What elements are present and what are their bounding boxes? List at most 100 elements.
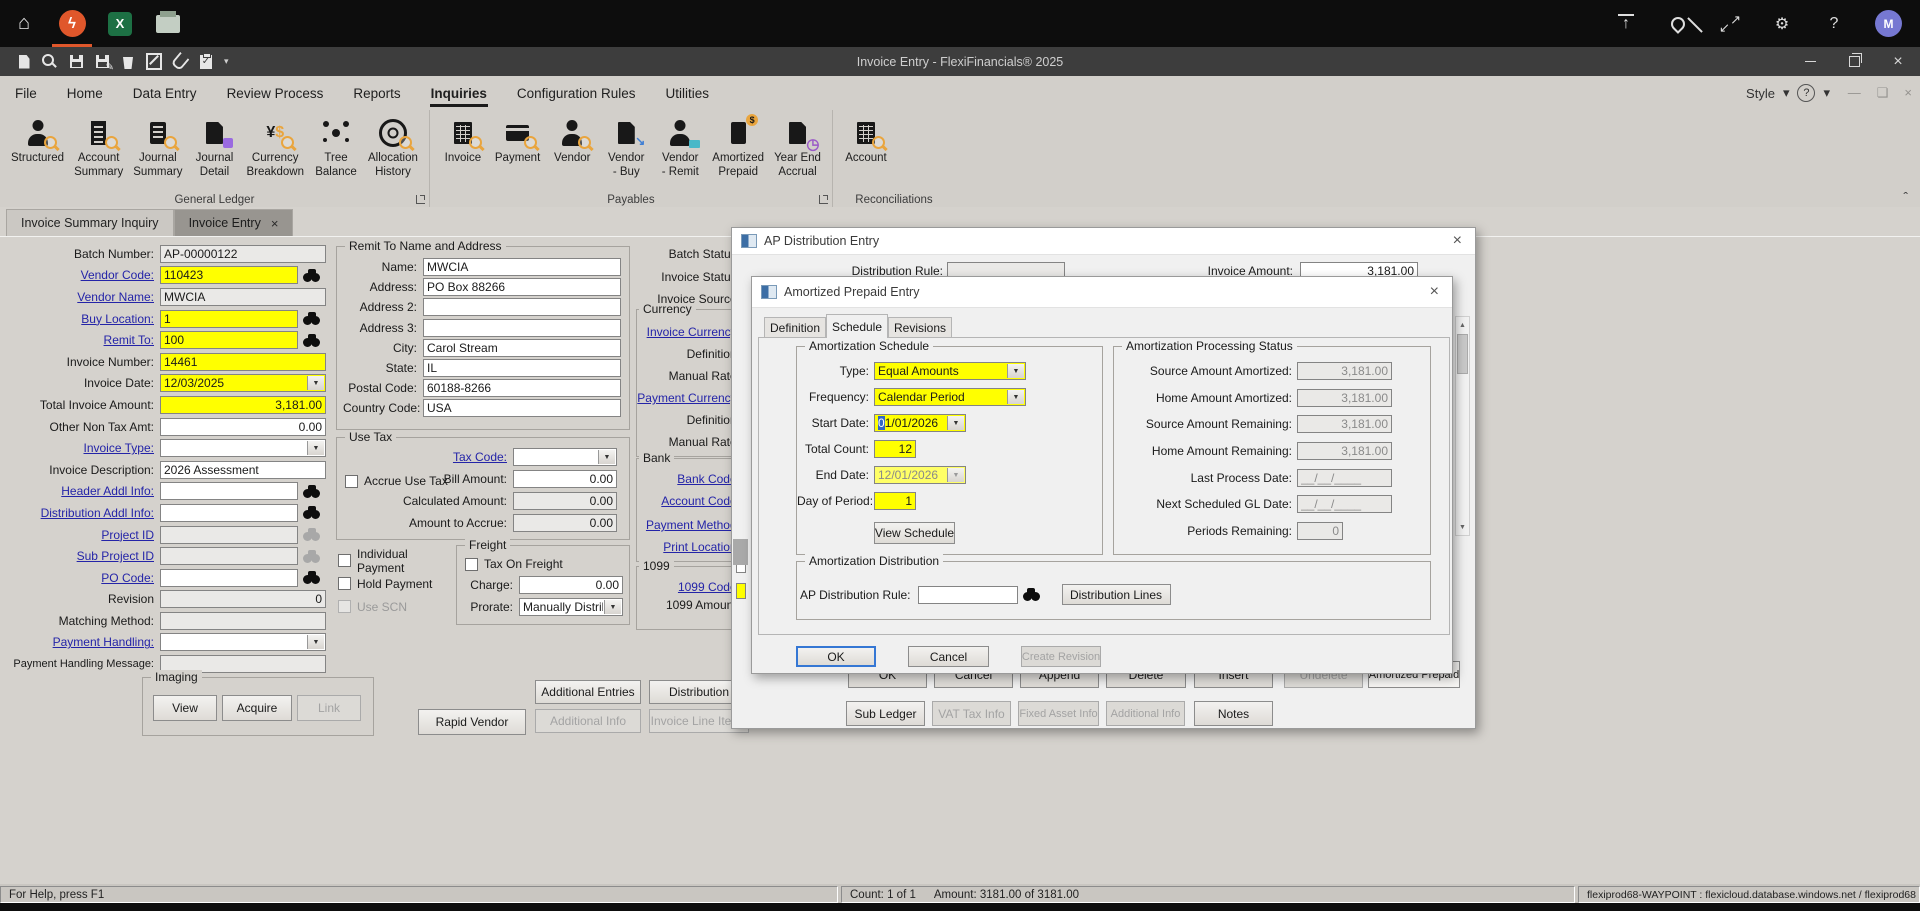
payment-handling-field[interactable]: ▼: [160, 633, 326, 652]
upload-icon[interactable]: ↑: [1615, 13, 1637, 35]
close-button[interactable]: ×: [1876, 47, 1920, 76]
save-as-icon[interactable]: ✎: [94, 53, 114, 73]
tax-code-label[interactable]: Tax Code:: [337, 450, 507, 464]
bill-amount-field[interactable]: 0.00: [513, 470, 617, 488]
chevron-down-icon[interactable]: ▼: [1007, 390, 1024, 404]
menu-home[interactable]: Home: [52, 76, 118, 110]
scrollbar-thumb[interactable]: [1457, 334, 1468, 374]
ribbon-structured[interactable]: Structured: [6, 115, 69, 167]
chevron-down-icon[interactable]: ▼: [307, 441, 324, 456]
total-count-field[interactable]: 12: [874, 440, 916, 458]
ribbon-account-reconciliation[interactable]: Account: [839, 115, 893, 167]
header-addl-info-label[interactable]: Header Addl Info:: [8, 484, 154, 498]
tax-on-freight-checkbox[interactable]: Tax On Freight: [465, 554, 623, 574]
ribbon-payment[interactable]: Payment: [490, 115, 545, 167]
individual-payment-checkbox[interactable]: Individual Payment: [338, 547, 456, 575]
total-invoice-amount-field[interactable]: 3,181.00: [160, 395, 326, 414]
project-id-label[interactable]: Project ID: [8, 528, 154, 542]
restore-button[interactable]: [1832, 47, 1876, 76]
ribbon-vendor-buy[interactable]: ↘ Vendor - Buy: [599, 115, 653, 180]
hold-payment-checkbox[interactable]: Hold Payment: [338, 572, 456, 595]
theme-help-icon[interactable]: ?: [1797, 84, 1816, 102]
tab-invoice-summary-inquiry[interactable]: Invoice Summary Inquiry: [6, 209, 174, 236]
distribution-addl-info-label[interactable]: Distribution Addl Info:: [8, 506, 154, 520]
ribbon-amortized-prepaid[interactable]: $ Amortized Prepaid: [707, 114, 769, 180]
charge-field[interactable]: 0.00: [519, 576, 623, 594]
remit-to-field[interactable]: 100: [160, 331, 298, 350]
gear-icon[interactable]: ⚙: [1771, 13, 1793, 35]
payment-currency-label[interactable]: Payment Currency:: [637, 391, 740, 405]
scrollbar-thumb[interactable]: [733, 539, 748, 565]
vendor-name-label[interactable]: Vendor Name:: [8, 290, 154, 304]
ribbon-allocation-history[interactable]: Allocation History: [363, 115, 423, 180]
remit-address-field[interactable]: PO Box 88266: [423, 278, 621, 297]
close-dialog-icon[interactable]: ×: [1426, 283, 1443, 301]
search-icon[interactable]: [42, 53, 58, 70]
menu-configuration-rules[interactable]: Configuration Rules: [502, 76, 651, 110]
vendor-code-field[interactable]: 110423: [160, 266, 298, 285]
additional-entries-button[interactable]: Additional Entries: [535, 680, 641, 704]
ap-notes-button[interactable]: Notes: [1194, 701, 1273, 726]
acquire-button[interactable]: Acquire: [222, 695, 292, 721]
scroll-down-icon[interactable]: ▼: [1457, 520, 1468, 534]
chevron-down-icon[interactable]: ▼: [947, 416, 964, 430]
ribbon-vendor-remit[interactable]: Vendor - Remit: [653, 115, 707, 180]
ribbon-tree-balance[interactable]: Tree Balance: [309, 115, 363, 180]
buy-location-field[interactable]: 1: [160, 309, 298, 328]
toolbar-dropdown-icon[interactable]: ▾: [224, 56, 229, 67]
binoculars-lookup-icon[interactable]: [1022, 588, 1040, 601]
remit-city-field[interactable]: Carol Stream: [423, 338, 621, 357]
menu-utilities[interactable]: Utilities: [650, 76, 724, 110]
chevron-down-icon[interactable]: ▼: [307, 376, 324, 391]
tab-revisions[interactable]: Revisions: [888, 317, 952, 338]
prepaid-dialog-titlebar[interactable]: Amortized Prepaid Entry ×: [752, 277, 1452, 308]
binoculars-lookup-icon[interactable]: [303, 268, 320, 282]
buy-location-label[interactable]: Buy Location:: [8, 312, 154, 326]
ribbon-account-summary[interactable]: Account Summary: [69, 115, 128, 180]
view-schedule-button[interactable]: View Schedule: [874, 522, 955, 544]
ribbon-vendor[interactable]: Vendor: [545, 115, 599, 167]
chevron-down-icon[interactable]: ▼: [604, 600, 621, 614]
dialog-scrollbar[interactable]: ▲ ▼: [1455, 316, 1470, 536]
prepaid-cancel-button[interactable]: Cancel: [908, 646, 989, 667]
chevron-down-icon[interactable]: ▼: [598, 450, 615, 464]
unpin-icon[interactable]: [1667, 13, 1689, 35]
chevron-down-icon[interactable]: ▼: [307, 635, 324, 650]
ribbon-journal-summary[interactable]: Journal Summary: [128, 115, 187, 180]
ap-distribution-dialog-titlebar[interactable]: AP Distribution Entry ×: [732, 228, 1475, 255]
binoculars-lookup-icon[interactable]: [303, 506, 320, 520]
sub-project-id-label[interactable]: Sub Project ID: [8, 549, 154, 563]
remit-country-field[interactable]: USA: [423, 399, 621, 418]
po-code-field[interactable]: [160, 568, 298, 587]
menu-data-entry[interactable]: Data Entry: [118, 76, 212, 110]
tax-code-field[interactable]: ▼: [513, 448, 617, 466]
delete-icon[interactable]: [120, 53, 136, 70]
po-code-label[interactable]: PO Code:: [8, 571, 154, 585]
remit-address2-field[interactable]: [423, 298, 621, 317]
remit-address3-field[interactable]: [423, 318, 621, 337]
print-location-label[interactable]: Print Location:: [663, 540, 740, 554]
tab-definition[interactable]: Definition: [764, 317, 826, 338]
ribbon-collapse-icon[interactable]: ˆ: [1903, 189, 1908, 205]
new-document-icon[interactable]: [16, 53, 32, 70]
scroll-up-icon[interactable]: ▲: [1457, 318, 1468, 332]
taskbar-excel-app[interactable]: X: [96, 0, 144, 47]
minimize-button[interactable]: [1788, 47, 1832, 76]
taskbar-flexi-app[interactable]: ϟ: [48, 0, 96, 47]
remit-to-label[interactable]: Remit To:: [8, 333, 154, 347]
tasks-icon[interactable]: ✓: [198, 52, 214, 70]
payment-method-label[interactable]: Payment Method:: [646, 518, 740, 532]
binoculars-lookup-icon[interactable]: [303, 484, 320, 498]
distribution-lines-button[interactable]: Distribution Lines: [1061, 584, 1171, 605]
distribution-addl-info-field[interactable]: [160, 503, 298, 522]
prepaid-ok-button[interactable]: OK: [796, 646, 876, 667]
menu-file[interactable]: File: [0, 76, 52, 110]
day-of-period-field[interactable]: 1: [874, 492, 916, 510]
invoice-number-field[interactable]: 14461: [160, 352, 326, 371]
group-launcher-icon[interactable]: [818, 195, 828, 204]
help-icon[interactable]: ?: [1823, 13, 1845, 35]
ribbon-journal-detail[interactable]: Journal Detail: [187, 115, 241, 180]
menu-reports[interactable]: Reports: [338, 76, 415, 110]
style-menu[interactable]: Style: [1746, 86, 1775, 101]
frequency-field[interactable]: Calendar Period ▼: [874, 388, 1026, 406]
